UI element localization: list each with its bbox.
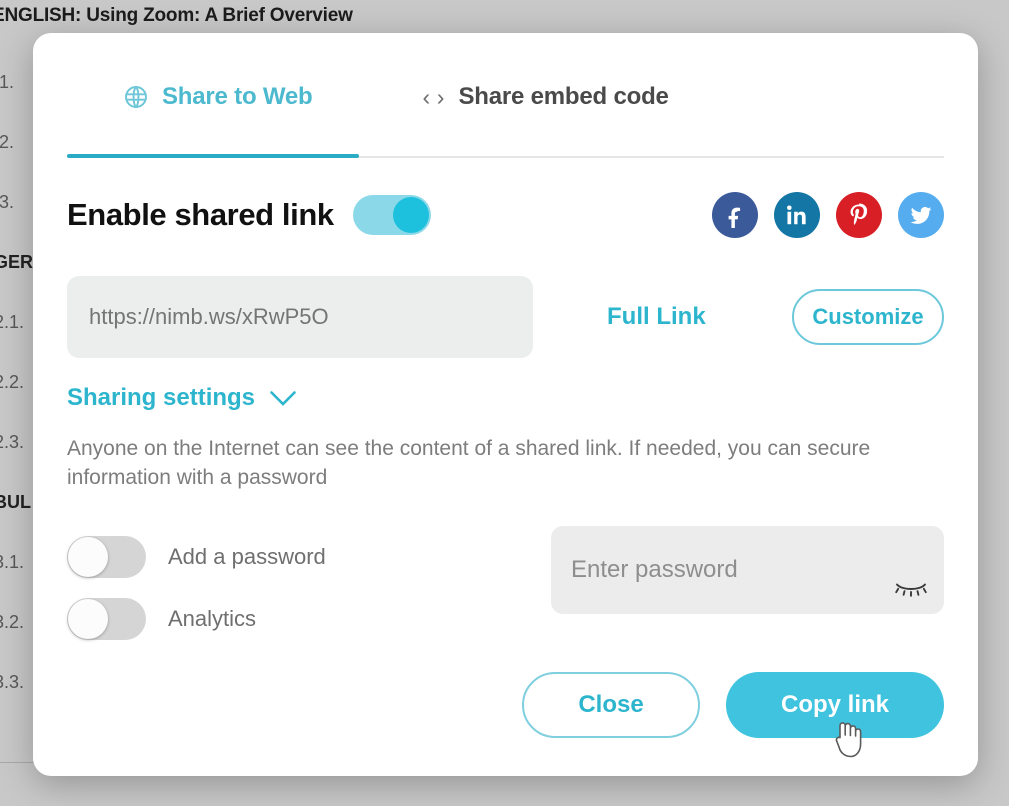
add-password-toggle[interactable] [67, 536, 146, 578]
enable-shared-link-label: Enable shared link [67, 197, 334, 232]
enable-shared-link-toggle[interactable] [352, 195, 431, 235]
option-toggle-list: Add a password Analytics [67, 526, 521, 650]
code-brackets-icon: ‹ › [422, 83, 446, 110]
sharing-settings-description: Anyone on the Internet can see the conte… [67, 437, 871, 489]
close-button[interactable]: Close [522, 672, 700, 738]
chevron-down-icon [269, 390, 297, 407]
toggle-knob [392, 197, 429, 233]
share-link-input[interactable] [67, 276, 533, 358]
dialog-tabs: Share to Web ‹ › Share embed code [67, 33, 944, 158]
eye-off-icon[interactable] [894, 578, 928, 598]
social-share-buttons [712, 192, 944, 238]
add-password-label: Add a password [168, 544, 326, 569]
customize-button[interactable]: Customize [792, 289, 944, 345]
analytics-label: Analytics [168, 606, 257, 631]
toggle-knob [68, 537, 108, 577]
password-input[interactable] [551, 526, 944, 614]
globe-icon [123, 84, 149, 110]
facebook-icon[interactable] [712, 192, 758, 238]
analytics-toggle[interactable] [67, 598, 146, 640]
option-row-add-password: Add a password [67, 526, 521, 588]
background-document-title: ENGLISH: Using Zoom: A Brief Overview [0, 5, 353, 26]
tab-share-to-web[interactable]: Share to Web [123, 83, 313, 111]
enable-shared-link-row: Enable shared link [67, 176, 944, 254]
share-dialog: Share to Web ‹ › Share embed code Enable… [33, 33, 978, 776]
dialog-footer: Close Copy link [522, 672, 944, 738]
sharing-settings-toggle[interactable]: Sharing settings [67, 384, 297, 412]
tab-share-embed-code-label: Share embed code [458, 83, 669, 110]
twitter-icon[interactable] [898, 192, 944, 238]
pinterest-icon[interactable] [836, 192, 882, 238]
copy-link-button[interactable]: Copy link [726, 672, 944, 738]
tab-share-to-web-label: Share to Web [162, 83, 313, 110]
linkedin-icon[interactable] [774, 192, 820, 238]
active-tab-underline [67, 154, 359, 158]
option-row-analytics: Analytics [67, 588, 521, 650]
tab-share-embed-code[interactable]: ‹ › Share embed code [423, 83, 669, 111]
sharing-options-area: Add a password Analytics [67, 526, 944, 650]
toggle-knob [68, 599, 108, 639]
password-field-wrapper [551, 526, 944, 650]
full-link-button[interactable]: Full Link [607, 303, 706, 331]
share-link-row: Full Link Customize [67, 276, 944, 358]
sharing-settings-label: Sharing settings [67, 384, 256, 411]
